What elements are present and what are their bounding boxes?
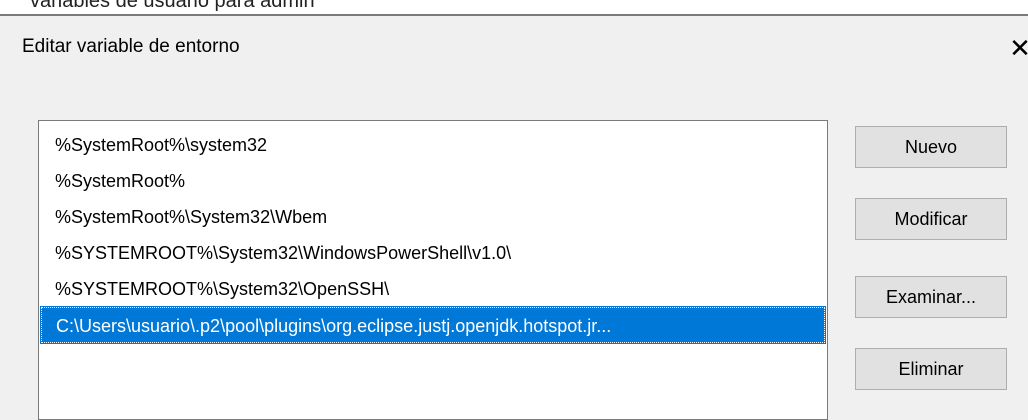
path-list-item[interactable]: %SystemRoot% [41,163,825,199]
background-window-strip: variables de usuario para admin [0,0,1028,16]
dialog-title: Editar variable de entorno [22,36,240,57]
background-window-divider [0,14,1028,16]
path-list[interactable]: %SystemRoot%\system32 %SystemRoot% %Syst… [38,120,828,420]
background-window-text: variables de usuario para admin [30,0,315,12]
path-list-item[interactable]: %SystemRoot%\system32 [41,127,825,163]
path-list-item-selected[interactable]: C:\Users\usuario\.p2\pool\plugins\org.ec… [40,306,826,344]
delete-button[interactable]: Eliminar [855,348,1007,390]
new-button[interactable]: Nuevo [855,126,1007,168]
path-list-item[interactable]: %SYSTEMROOT%\System32\OpenSSH\ [41,271,825,307]
path-list-item[interactable]: %SYSTEMROOT%\System32\WindowsPowerShell\… [41,235,825,271]
browse-button[interactable]: Examinar... [855,276,1007,318]
edit-button[interactable]: Modificar [855,198,1007,240]
path-list-empty-row[interactable] [41,343,825,379]
close-icon[interactable]: ✕ [1000,28,1028,68]
path-list-item[interactable]: %SystemRoot%\System32\Wbem [41,199,825,235]
